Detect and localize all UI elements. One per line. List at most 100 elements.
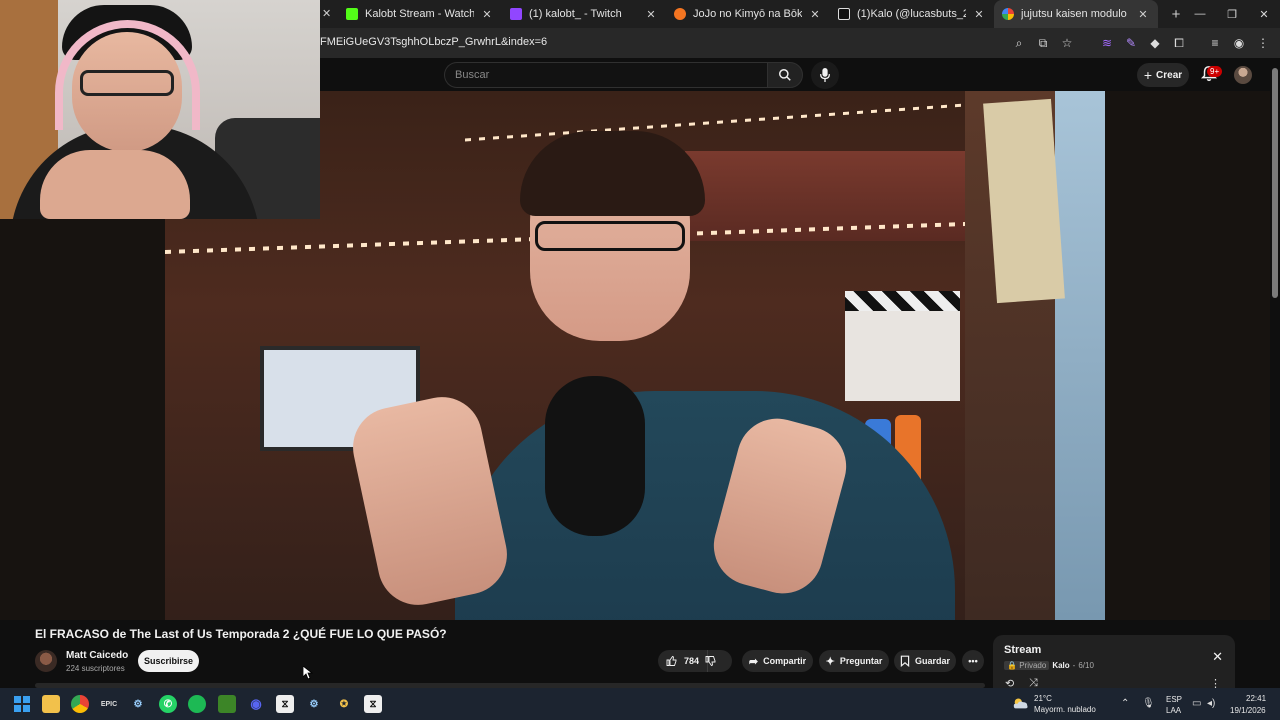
create-label: Crear [1156,69,1183,81]
steam-icon[interactable]: ⚙ [129,695,147,713]
clock-date[interactable]: 19/1/2026 [1230,706,1266,715]
tab-close-icon[interactable]: ✕ [972,8,986,21]
screen: ✕ Kalobt Stream - Watch Live on ✕ (1) ka… [0,0,1280,720]
diamond-extension-icon[interactable]: ◆ [1146,33,1164,53]
tab-tiktok[interactable]: (1)Kalo (@lucasbuts_22bs) | Tik ✕ [830,0,994,28]
keyboard-layout[interactable]: LAA [1166,706,1181,715]
tab-label: jujutsu kaisen modulo tomo 1 [1021,8,1130,20]
bookmark-star-icon[interactable]: ☆ [1058,33,1076,53]
address-bar-url[interactable]: FMEiGUeGV3TsghhOLbczP_GrwhrL&index=6 [320,36,547,48]
tab-google-active[interactable]: jujutsu kaisen modulo tomo 1 ✕ [994,0,1158,28]
share-button[interactable]: ➦ Compartir [742,650,813,672]
more-actions-button[interactable]: ••• [962,650,984,672]
language-indicator[interactable]: ESP [1166,695,1182,704]
playlist-panel: Stream 🔒 Privado Kalo - 6/10 ✕ ⟲ ⤨ ⋮ [993,635,1235,688]
channel-avatar[interactable] [35,650,57,672]
mouse-cursor-icon [303,666,313,680]
tab-twitch[interactable]: (1) kalobt_ - Twitch ✕ [502,0,666,28]
video-title: El FRACASO de The Last of Us Temporada 2… [35,627,447,641]
tab-label: (1)Kalo (@lucasbuts_22bs) | Tik [857,8,966,20]
playlist-title[interactable]: Stream [1004,644,1041,656]
tab-close-icon[interactable]: ✕ [480,8,494,21]
page-scrollbar[interactable] [1270,58,1280,688]
weather-description[interactable]: Mayorm. nublado [1034,705,1096,714]
twitch-icon [510,8,522,20]
close-window-icon[interactable]: ✕ [1248,0,1280,28]
tab-close-icon[interactable]: ✕ [808,8,822,21]
tab-close-icon[interactable]: ✕ [1136,8,1150,21]
sparkle-icon: ✦ [825,655,835,668]
clock-time[interactable]: 22:41 [1246,694,1266,703]
plus-icon: + [1143,67,1153,83]
thumbs-up-icon [666,655,677,666]
windows-start-icon[interactable] [13,695,31,713]
loop-icon[interactable]: ⟲ [1005,677,1014,688]
media-control-icon[interactable]: ≡ [1206,33,1224,53]
tab-kick[interactable]: Kalobt Stream - Watch Live on ✕ [338,0,502,28]
user-avatar[interactable] [1234,66,1252,84]
channel-name[interactable]: Matt Caicedo [66,650,128,661]
discord-icon[interactable]: ◉ [247,695,265,713]
shuffle-icon[interactable]: ⤨ [1029,677,1038,688]
new-tab-icon[interactable]: + [1166,6,1186,23]
notification-count-badge: 9+ [1207,66,1223,77]
create-button[interactable]: + Crear [1137,63,1189,87]
crunchyroll-icon [674,8,686,20]
zoom-icon[interactable]: ⌕ [1010,33,1028,53]
playlist-menu-icon[interactable]: ⋮ [1210,677,1221,688]
install-icon[interactable]: ⧉ [1034,33,1052,53]
webcam-overlay [0,0,320,219]
extension-purple-icon[interactable]: ≋ [1098,33,1116,53]
spotify-icon[interactable] [188,695,206,713]
minimize-icon[interactable]: — [1184,0,1216,28]
tray-expand-icon[interactable]: ⌃ [1121,698,1129,709]
search-button[interactable] [767,62,803,88]
dislike-button[interactable] [705,650,735,672]
subscriber-count: 224 suscriptores [66,664,125,673]
steam-icon[interactable]: ⚙ [305,695,323,713]
browser-menu-icon[interactable]: ⋮ [1254,33,1272,53]
subscribe-button[interactable]: Suscribirse [138,650,199,672]
more-horizontal-icon: ••• [968,656,978,666]
chrome-icon[interactable] [71,695,89,713]
playlist-owner[interactable]: Kalo [1052,661,1069,670]
save-button[interactable]: Guardar [894,650,956,672]
tab-crunchyroll[interactable]: JoJo no Kimyō na Bōken Los ca ✕ [666,0,830,28]
search-icon [779,69,791,81]
voice-search-button[interactable] [811,61,839,89]
search-input[interactable]: Buscar [444,62,767,88]
microphone-icon [819,68,831,82]
weather-temperature[interactable]: 21°C [1034,694,1052,703]
volume-icon[interactable]: ◂) [1207,698,1215,709]
network-icon[interactable]: ▭ [1192,698,1201,709]
tab-label: Kalobt Stream - Watch Live on [365,8,474,20]
share-icon: ➦ [748,655,759,668]
pen-extension-icon[interactable]: ✎ [1122,33,1140,53]
tab-close-icon[interactable]: ✕ [322,7,331,20]
extensions-puzzle-icon[interactable]: ⧠ [1170,33,1188,53]
microphone-tray-icon[interactable]: 🎙 [1142,698,1155,709]
minecraft-icon[interactable] [218,695,236,713]
share-label: Compartir [763,656,807,666]
ask-label: Preguntar [839,656,883,666]
profile-icon[interactable]: ◉ [1230,33,1248,53]
tab-close-icon[interactable]: ✕ [644,8,658,21]
playlist-position: 6/10 [1078,661,1094,670]
toolbar-icons: ⌕ ⧉ ☆ ≋ ✎ ◆ ⧠ ≡ ◉ ⋮ [1010,33,1272,53]
thumbs-down-icon [705,656,716,667]
window-controls: — ❐ ✕ [1184,0,1280,28]
google-icon [1002,8,1014,20]
ask-button[interactable]: ✦ Preguntar [819,650,889,672]
whatsapp-icon[interactable]: ✆ [159,695,177,713]
close-playlist-icon[interactable]: ✕ [1212,649,1223,665]
tiktok-icon [838,8,850,20]
playlist-privacy: 🔒 Privado [1004,661,1050,670]
maximize-icon[interactable]: ❐ [1216,0,1248,28]
tab-label: (1) kalobt_ - Twitch [529,8,622,20]
bookmark-icon [900,655,910,667]
capcut-icon[interactable]: ⧖ [364,695,382,713]
capcut-icon[interactable]: ⧖ [276,695,294,713]
epic-games-icon[interactable]: EPIC [100,695,118,713]
file-explorer-icon[interactable] [42,695,60,713]
game-launcher-icon[interactable]: ✪ [335,695,353,713]
